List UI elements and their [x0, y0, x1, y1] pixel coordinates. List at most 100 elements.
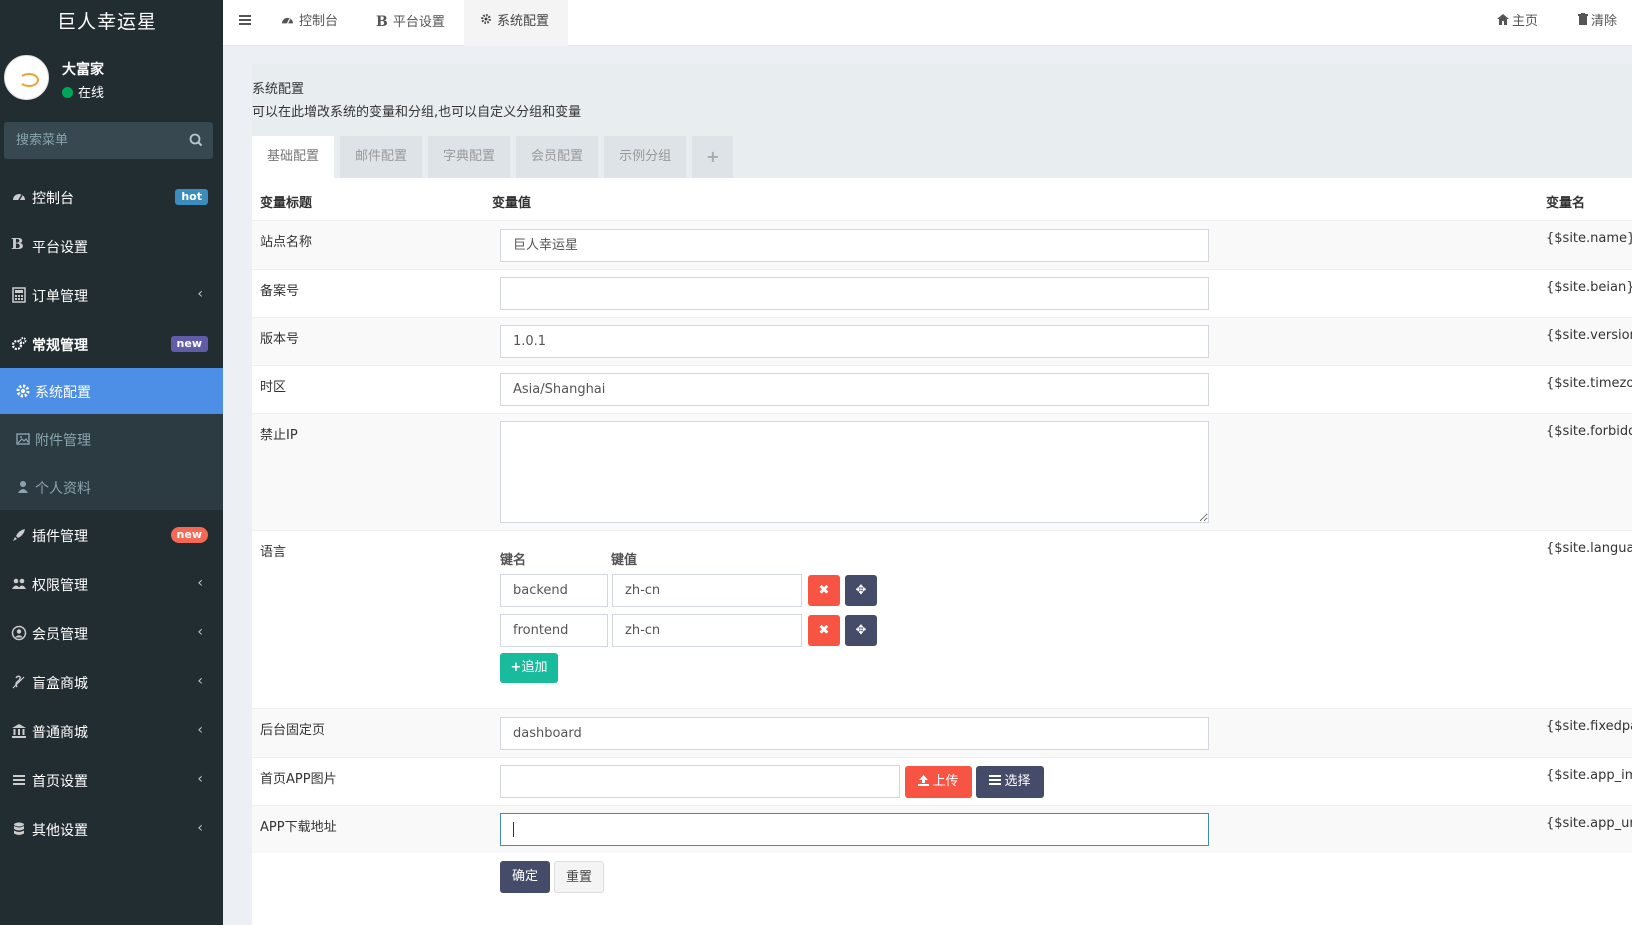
- user-circle-icon: [11, 625, 27, 641]
- app-logo[interactable]: 巨人幸运星: [0, 0, 223, 45]
- forbidden-ip-textarea[interactable]: [500, 421, 1209, 523]
- site-name-input[interactable]: 巨人幸运星: [500, 229, 1209, 262]
- row-title: APP下载地址: [260, 820, 337, 835]
- lang-key-input[interactable]: frontend: [500, 614, 608, 647]
- sidebar: 巨人幸运星 大富家 在线 控制台 hot B 平台设置 订单管理 ‹ 常规管理 …: [0, 0, 223, 925]
- sidebar-item-orders[interactable]: 订单管理 ‹: [0, 270, 223, 319]
- chevron-left-icon: ‹: [197, 575, 203, 591]
- row-title: 后台固定页: [260, 723, 326, 738]
- table-row: 备案号 {$site.beian}: [252, 269, 1632, 317]
- sidebar-item-plugins[interactable]: 插件管理 new: [0, 510, 223, 559]
- tab-member[interactable]: 会员配置: [516, 136, 599, 178]
- sidebar-item-label: 平台设置: [32, 240, 88, 256]
- sidebar-item-permissions[interactable]: 权限管理 ‹: [0, 559, 223, 608]
- tab-email[interactable]: 邮件配置: [340, 136, 423, 178]
- timezone-input[interactable]: Asia/Shanghai: [500, 373, 1209, 406]
- database-icon: [14, 822, 24, 835]
- choose-button[interactable]: 选择: [976, 766, 1044, 798]
- sidebar-item-blindbox-mall[interactable]: 盲盒商城 ‹: [0, 657, 223, 706]
- upload-button[interactable]: 上传: [905, 766, 972, 798]
- column-header-value: 变量值: [492, 196, 532, 211]
- user-icon: [18, 481, 28, 493]
- bold-b-icon: B: [376, 14, 388, 30]
- sidebar-item-attachments[interactable]: 附件管理: [0, 414, 223, 462]
- drag-pair-button[interactable]: ✥: [845, 575, 877, 606]
- reset-button[interactable]: 重置: [554, 861, 604, 893]
- home-icon: [1497, 14, 1509, 25]
- sidebar-item-general[interactable]: 常规管理 new: [0, 319, 223, 368]
- dashboard-icon: [282, 17, 293, 24]
- bars-icon: [13, 775, 25, 785]
- tab-system-config[interactable]: 系统配置: [464, 0, 568, 46]
- submit-button[interactable]: 确定: [500, 861, 550, 893]
- row-varname: {$site.fixedpage}: [1546, 719, 1632, 734]
- version-input[interactable]: 1.0.1: [500, 325, 1209, 358]
- row-varname: {$site.forbiddenip}: [1546, 424, 1632, 439]
- chevron-left-icon: ‹: [197, 673, 203, 689]
- row-title: 版本号: [260, 332, 300, 347]
- append-pair-button[interactable]: +追加: [500, 653, 558, 683]
- sidebar-item-dashboard[interactable]: 控制台 hot: [0, 172, 223, 221]
- sidebar-item-normal-mall[interactable]: 普通商城 ‹: [0, 706, 223, 755]
- sidebar-item-home-settings[interactable]: 首页设置 ‹: [0, 755, 223, 804]
- value-column-label: 键值: [611, 553, 638, 568]
- sidebar-item-platform[interactable]: B 平台设置: [0, 221, 223, 270]
- menu-toggle-icon[interactable]: [239, 13, 253, 27]
- sidebar-item-label: 附件管理: [35, 433, 91, 449]
- search-icon[interactable]: [187, 131, 207, 151]
- app-image-input[interactable]: [500, 765, 900, 798]
- tab-basic[interactable]: 基础配置: [252, 136, 335, 178]
- row-title: 时区: [260, 380, 287, 395]
- row-title: 备案号: [260, 284, 300, 299]
- lang-key-input[interactable]: backend: [500, 574, 608, 607]
- online-dot-icon: [62, 87, 73, 98]
- sidebar-item-profile[interactable]: 个人资料: [0, 462, 223, 510]
- lang-value-input[interactable]: zh-cn: [612, 614, 802, 647]
- user-name: 大富家: [62, 62, 104, 78]
- page-title: 系统配置: [252, 82, 305, 97]
- chevron-left-icon: ‹: [197, 771, 203, 787]
- row-varname: {$site.app_image}: [1546, 768, 1632, 783]
- beian-input[interactable]: [500, 277, 1209, 310]
- upload-icon: [918, 775, 930, 786]
- plus-icon: +: [510, 660, 522, 675]
- sidebar-item-label: 控制台: [32, 191, 74, 207]
- sidebar-item-other-settings[interactable]: 其他设置 ‹: [0, 804, 223, 853]
- row-title: 首页APP图片: [260, 772, 337, 787]
- tab-example[interactable]: 示例分组: [604, 136, 687, 178]
- app-url-input[interactable]: [500, 813, 1209, 846]
- remove-pair-button[interactable]: ✖: [808, 575, 840, 606]
- column-header-name: 变量名: [1546, 196, 1586, 211]
- drag-pair-button[interactable]: ✥: [845, 615, 877, 646]
- table-row: 版本号 1.0.1 {$site.version}: [252, 317, 1632, 365]
- config-table: 变量标题 变量值 变量名 站点名称 巨人幸运星 {$site.name} 备案号…: [252, 178, 1632, 925]
- user-status: 在线: [62, 82, 104, 101]
- gear-icon: [16, 384, 30, 398]
- sidebar-item-system-config[interactable]: 系统配置: [0, 368, 223, 414]
- add-tab-button[interactable]: +: [692, 136, 734, 178]
- tab-platform[interactable]: B 平台设置: [360, 0, 461, 46]
- home-link[interactable]: 主页: [1497, 0, 1538, 44]
- sidebar-search: [4, 122, 213, 159]
- avatar[interactable]: [4, 55, 49, 100]
- bold-b-icon: B: [11, 235, 24, 253]
- row-varname: {$site.languages}: [1546, 541, 1632, 556]
- tab-dictionary[interactable]: 字典配置: [428, 136, 511, 178]
- chevron-left-icon: ‹: [197, 624, 203, 640]
- text-cursor: [513, 822, 514, 837]
- sidebar-item-label: 盲盒商城: [32, 676, 88, 692]
- sidebar-item-label: 订单管理: [32, 289, 88, 305]
- dashboard-icon: [13, 194, 25, 201]
- trash-icon: [1578, 13, 1588, 25]
- sidebar-item-members[interactable]: 会员管理 ‹: [0, 608, 223, 657]
- sidebar-item-label: 常规管理: [32, 338, 88, 354]
- fixed-page-input[interactable]: dashboard: [500, 717, 1209, 750]
- main-content: 系统配置 可以在此增改系统的变量和分组,也可以自定义分组和变量 基础配置 邮件配…: [252, 64, 1632, 925]
- clear-cache-link[interactable]: 清除: [1578, 0, 1617, 44]
- lang-value-input[interactable]: zh-cn: [612, 574, 802, 607]
- sidebar-item-label: 权限管理: [32, 578, 88, 594]
- remove-pair-button[interactable]: ✖: [808, 615, 840, 646]
- sidebar-search-input[interactable]: [4, 122, 174, 159]
- tab-dashboard[interactable]: 控制台: [265, 0, 354, 46]
- row-title: 站点名称: [260, 235, 313, 250]
